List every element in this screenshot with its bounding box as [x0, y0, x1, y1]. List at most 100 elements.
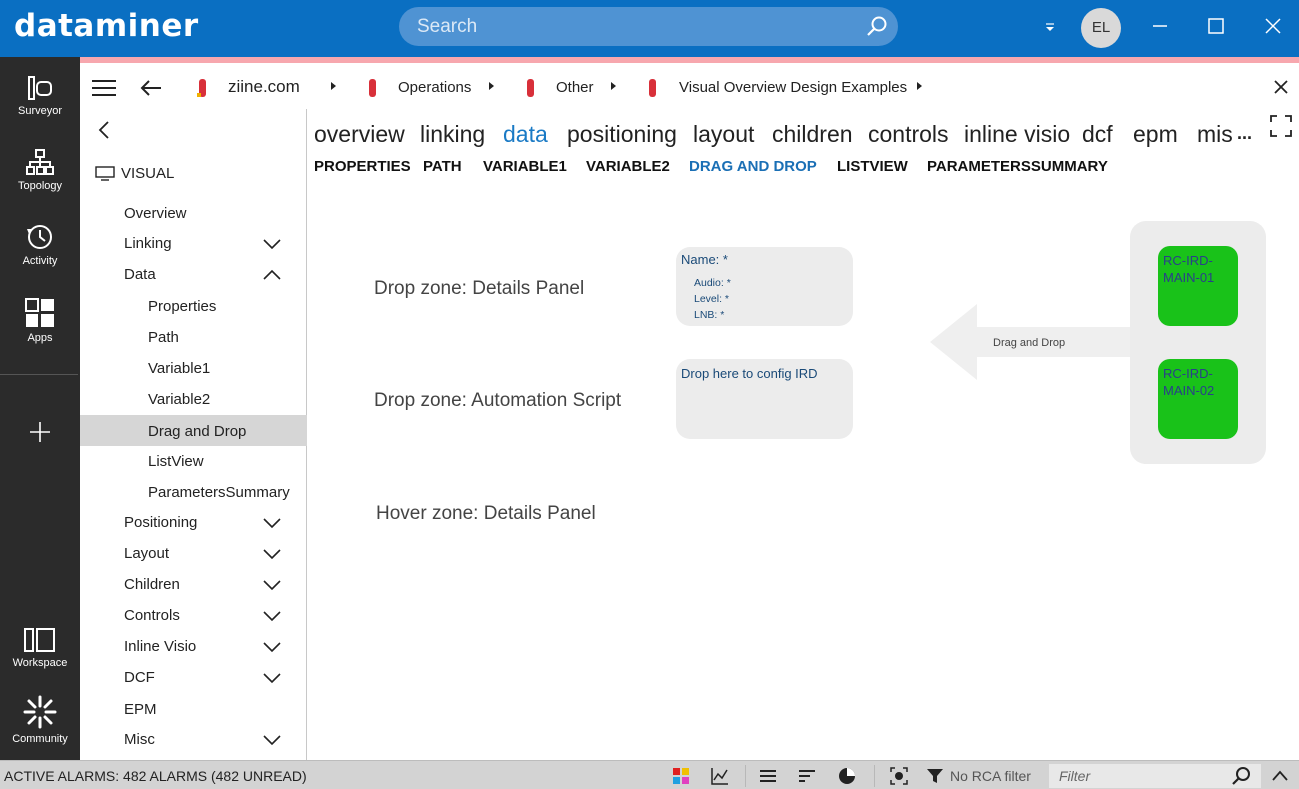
rca-filter-status[interactable]: No RCA filter — [950, 768, 1031, 784]
quick-filter-icon[interactable] — [1044, 20, 1056, 34]
rail-item-activity[interactable]: Activity — [0, 223, 80, 267]
active-alarms-summary[interactable]: ACTIVE ALARMS: 482 ALARMS (482 UNREAD) — [4, 768, 307, 784]
chevron-down-icon[interactable] — [263, 579, 281, 591]
topology-icon — [26, 149, 54, 175]
tab-inline-visio[interactable]: inline visio — [964, 121, 1070, 148]
sort-lines-icon[interactable] — [798, 767, 816, 785]
breadcrumb-item[interactable]: Operations — [398, 79, 471, 96]
focus-target-icon[interactable] — [890, 767, 908, 785]
nav-item-parameterssummary[interactable]: ParametersSummary — [80, 478, 307, 509]
back-arrow-icon[interactable] — [140, 79, 162, 97]
search-input[interactable] — [417, 7, 857, 46]
rail-add-button[interactable] — [0, 420, 80, 448]
breadcrumb-item[interactable]: Other — [556, 79, 594, 96]
nav-item-path[interactable]: Path — [80, 323, 307, 354]
chevron-down-icon[interactable] — [263, 548, 281, 560]
close-card-icon[interactable] — [1274, 80, 1288, 94]
subtab-path[interactable]: PATH — [423, 158, 462, 175]
nav-item-epm[interactable]: EPM — [80, 695, 307, 726]
nav-item-listview[interactable]: ListView — [80, 447, 307, 478]
subtab-parameterssummary[interactable]: PARAMETERSSUMMARY — [927, 158, 1108, 175]
rail-item-surveyor[interactable]: Surveyor — [0, 75, 80, 117]
chevron-down-icon[interactable] — [263, 238, 281, 250]
tab-dcf[interactable]: dcf — [1082, 121, 1113, 148]
list-view-icon[interactable] — [759, 767, 777, 785]
dataminer-logo[interactable]: dataminer — [14, 8, 199, 44]
nav-item-controls[interactable]: Controls — [80, 601, 307, 632]
subtab-variable2[interactable]: VARIABLE2 — [586, 158, 670, 175]
automation-drop-zone[interactable]: Drop here to config IRD — [676, 359, 853, 439]
nav-item-dcf[interactable]: DCF — [80, 663, 307, 694]
nav-item-linking[interactable]: Linking — [80, 229, 307, 260]
tab-controls[interactable]: controls — [868, 121, 949, 148]
nav-item-label: Variable2 — [148, 391, 211, 408]
collapse-panel-icon[interactable] — [98, 121, 110, 139]
search-icon[interactable] — [866, 15, 888, 37]
subtab-listview[interactable]: LISTVIEW — [837, 158, 908, 175]
nav-item-children[interactable]: Children — [80, 570, 307, 601]
chevron-up-icon[interactable] — [263, 269, 281, 281]
tab-children[interactable]: children — [772, 121, 853, 148]
nav-item-inline-visio[interactable]: Inline Visio — [80, 632, 307, 663]
nav-item-properties[interactable]: Properties — [80, 292, 307, 323]
alarm-filter-input[interactable] — [1049, 764, 1219, 788]
pie-chart-icon[interactable] — [838, 767, 856, 785]
more-tabs-button[interactable]: ... — [1237, 123, 1252, 144]
app-rail: Surveyor Topology Activity Apps Workspac… — [0, 57, 80, 760]
chevron-up-icon[interactable] — [1271, 767, 1289, 785]
maximize-icon[interactable] — [1204, 14, 1228, 38]
rail-item-apps[interactable]: Apps — [0, 298, 80, 344]
tab-overview[interactable]: overview — [314, 121, 405, 148]
fullscreen-icon[interactable] — [1270, 115, 1292, 137]
nav-item-label: DCF — [124, 669, 155, 686]
rail-item-topology[interactable]: Topology — [0, 148, 80, 192]
breadcrumb-separator-icon[interactable] — [917, 82, 922, 90]
breadcrumb-item[interactable]: Visual Overview Design Examples — [679, 79, 907, 96]
nav-item-label: Drag and Drop — [148, 423, 247, 440]
tab-layout[interactable]: layout — [693, 121, 754, 148]
nav-item-variable1[interactable]: Variable1 — [80, 354, 307, 385]
monitor-icon — [95, 166, 115, 181]
minimize-icon[interactable] — [1148, 14, 1172, 38]
tab-linking[interactable]: linking — [420, 121, 485, 148]
nav-item-data[interactable]: Data — [80, 260, 307, 291]
nav-item-variable2[interactable]: Variable2 — [80, 385, 307, 416]
hamburger-menu-icon[interactable] — [92, 79, 116, 97]
alarm-filter-box[interactable] — [1049, 764, 1261, 788]
close-window-icon[interactable] — [1261, 14, 1285, 38]
chevron-down-icon[interactable] — [263, 734, 281, 746]
details-drop-zone[interactable]: Name: * Audio: * Level: * LNB: * — [676, 247, 853, 326]
chevron-down-icon[interactable] — [263, 672, 281, 684]
tab-positioning[interactable]: positioning — [567, 121, 677, 148]
search-box[interactable] — [399, 7, 898, 46]
rail-item-workspace[interactable]: Workspace — [0, 627, 80, 669]
tab-misc[interactable]: mis — [1197, 121, 1233, 148]
nav-item-positioning[interactable]: Positioning — [80, 508, 307, 539]
chevron-down-icon[interactable] — [263, 610, 281, 622]
chevron-down-icon[interactable] — [263, 517, 281, 529]
subtab-drag-and-drop[interactable]: DRAG AND DROP — [689, 158, 817, 175]
subtab-properties[interactable]: PROPERTIES — [314, 158, 411, 175]
breadcrumb-item[interactable]: ziine.com — [228, 77, 300, 97]
nav-item-layout[interactable]: Layout — [80, 539, 307, 570]
user-avatar[interactable]: EL — [1081, 8, 1121, 48]
tab-epm[interactable]: epm — [1133, 121, 1178, 148]
chevron-down-icon[interactable] — [263, 641, 281, 653]
rail-item-community[interactable]: Community — [0, 695, 80, 745]
ird-main-01[interactable]: RC-IRD-MAIN-01 — [1158, 246, 1238, 326]
nav-item-overview[interactable]: Overview — [80, 199, 307, 230]
nav-item-drag-and-drop[interactable]: Drag and Drop — [80, 415, 307, 446]
ird-source-container: RC-IRD-MAIN-01 RC-IRD-MAIN-02 — [1130, 221, 1266, 464]
nav-root-label[interactable]: VISUAL — [121, 165, 174, 182]
search-icon[interactable] — [1231, 766, 1251, 786]
subtab-variable1[interactable]: VARIABLE1 — [483, 158, 567, 175]
breadcrumb-separator-icon[interactable] — [331, 82, 336, 90]
tab-data[interactable]: data — [503, 121, 548, 148]
filter-funnel-icon[interactable] — [926, 767, 944, 785]
color-grid-icon[interactable] — [672, 767, 690, 785]
ird-main-02[interactable]: RC-IRD-MAIN-02 — [1158, 359, 1238, 439]
breadcrumb-separator-icon[interactable] — [611, 82, 616, 90]
nav-item-misc[interactable]: Misc — [80, 725, 307, 756]
trend-chart-icon[interactable] — [711, 767, 729, 785]
breadcrumb-separator-icon[interactable] — [489, 82, 494, 90]
